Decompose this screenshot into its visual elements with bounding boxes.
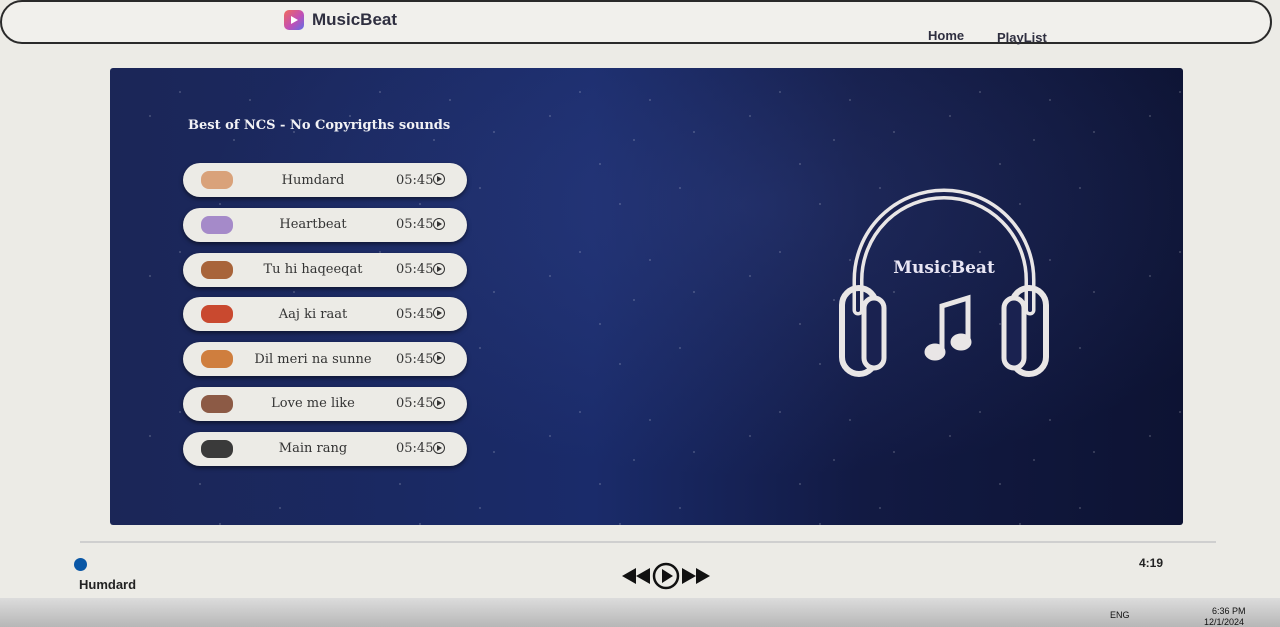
track-name: Tu hi haqeeqat [263,262,363,278]
track-name: Heartbeat [279,217,347,233]
headphones-art: MusicBeat [839,188,1049,377]
track-item[interactable]: Main rang 05:45 [183,431,467,466]
track-item[interactable]: Humdard 05:45 [183,163,467,197]
track-thumbnail [201,171,233,189]
taskbar-time[interactable]: 6:36 PM [1212,606,1246,616]
now-playing-title: Humdard [79,577,137,592]
player-controls [622,562,710,590]
play-circle-icon[interactable] [433,396,445,409]
track-item[interactable]: Heartbeat 05:45 [183,207,467,242]
brand[interactable]: MusicBeat [284,10,397,30]
taskbar-date[interactable]: 12/1/2024 [1204,617,1244,627]
track-thumbnail [201,394,233,413]
playlist-title: Best of NCS - No Copyrigths sounds [188,118,451,133]
play-circle-icon[interactable] [433,441,445,454]
progress-knob[interactable] [74,558,87,571]
art-label: MusicBeat [893,258,995,278]
next-icon[interactable] [682,567,710,585]
track-duration: 05:45 [396,441,434,457]
track-duration: 05:45 [396,217,434,233]
track-duration: 05:45 [396,172,434,188]
track-duration: 05:45 [396,396,434,412]
track-name: Aaj ki raat [278,306,348,322]
elapsed-time: 4:19 [1139,556,1164,570]
previous-icon[interactable] [622,567,650,585]
track-name: Main rang [278,441,348,457]
brand-name: MusicBeat [312,10,398,29]
track-thumbnail [201,215,233,234]
track-name: Love me like [271,396,355,412]
track-thumbnail [201,260,233,279]
track-duration: 05:45 [396,306,434,322]
language-indicator[interactable]: ENG [1110,610,1130,620]
music-logo-icon [284,10,304,30]
nav-playlist-link[interactable]: PlayList [997,30,1047,45]
track-thumbnail [201,350,233,369]
track-duration: 05:45 [396,262,434,278]
track-list: Humdard 05:45 Heartbeat 05:45 Tu hi haqe… [183,163,467,477]
play-pause-icon[interactable] [652,562,680,590]
track-item[interactable]: Dil meri na sunne 05:45 [183,342,467,377]
play-circle-icon[interactable] [433,173,445,185]
track-name: Humdard [281,172,345,188]
progress-track[interactable] [80,541,1216,543]
track-item[interactable]: Aaj ki raat 05:45 [183,297,467,332]
track-thumbnail [201,439,233,458]
play-circle-icon[interactable] [433,262,445,275]
track-thumbnail [201,305,233,324]
play-circle-icon[interactable] [433,352,445,365]
track-item[interactable]: Tu hi haqeeqat 05:45 [183,252,467,287]
track-duration: 05:45 [396,351,434,367]
nav-home-link[interactable]: Home [928,28,964,43]
play-circle-icon[interactable] [433,217,445,230]
play-circle-icon[interactable] [433,307,445,320]
track-name: Dil meri na sunne [254,351,372,367]
main-panel: Best of NCS - No Copyrigths sounds Humda… [110,68,1183,525]
os-taskbar [0,598,1280,627]
top-navbar: MusicBeat Home PlayList [0,0,1272,45]
track-item[interactable]: Love me like 05:45 [183,386,467,421]
music-note-icon [924,294,972,361]
